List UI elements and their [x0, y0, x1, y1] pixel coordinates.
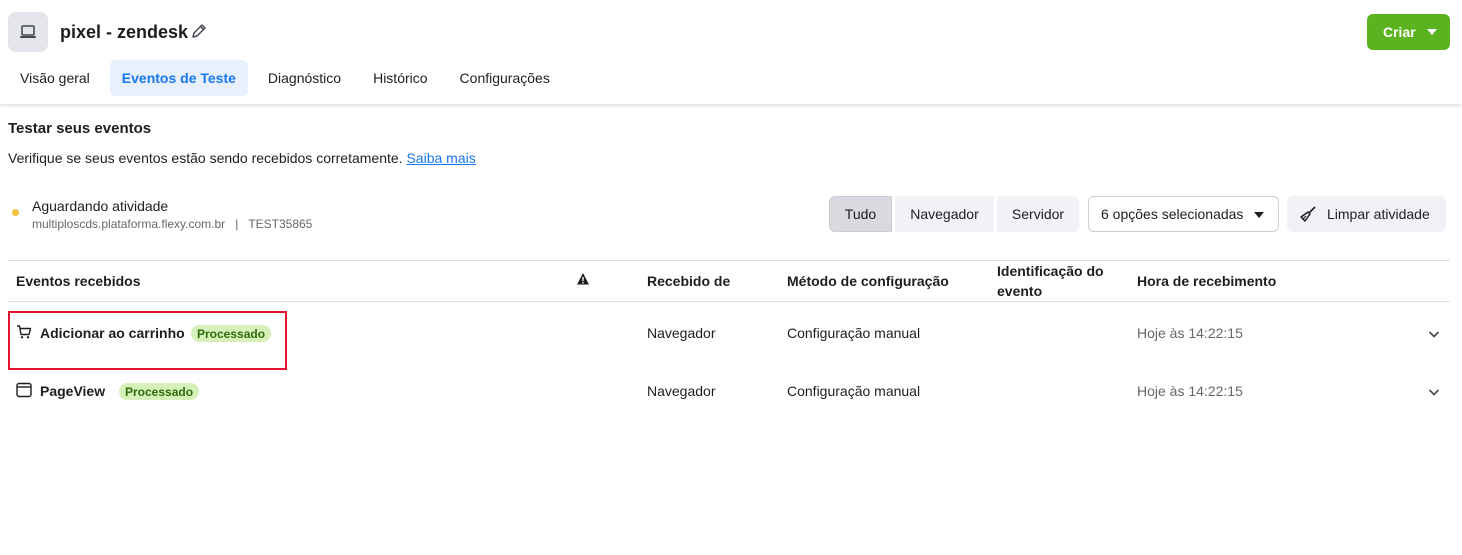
header-received-from: Recebido de: [647, 273, 731, 289]
page-title: pixel - zendesk: [60, 22, 189, 42]
section-title: Testar seus eventos: [8, 120, 152, 137]
caret-down-icon: [1254, 212, 1264, 218]
received-time-cell: Hoje às 14:22:15: [1137, 383, 1243, 399]
status-badge: Processado: [119, 383, 200, 400]
create-button-label: Criar: [1383, 24, 1416, 40]
status-details: multiploscds.plataforma.flexy.com.br | TES…: [32, 217, 312, 231]
status-test-code: TEST35865: [248, 217, 313, 231]
options-select[interactable]: 6 opções selecionadas: [1088, 196, 1279, 232]
filter-server-button[interactable]: Servidor: [997, 196, 1079, 232]
status-separator: |: [235, 217, 239, 231]
table-header-divider: [8, 301, 1450, 302]
header-config-method: Método de configuração: [787, 273, 949, 289]
chevron-down-icon[interactable]: [1427, 385, 1441, 399]
received-time-cell: Hoje às 14:22:15: [1137, 325, 1243, 341]
pencil-icon[interactable]: [190, 22, 208, 40]
header-event-id-line1: Identificação do: [997, 263, 1104, 279]
browser-window-icon: [16, 382, 34, 400]
learn-more-link[interactable]: Saiba mais: [406, 150, 475, 166]
header-event-id-line2: evento: [997, 283, 1043, 299]
config-method-cell: Configuração manual: [787, 383, 921, 399]
tab-bar: Visão geral Eventos de Teste Diagnóstico…: [8, 60, 570, 96]
tab-test-events[interactable]: Eventos de Teste: [109, 60, 248, 96]
options-select-value: 6 opções selecionadas: [1101, 206, 1244, 222]
received-from-cell: Navegador: [647, 325, 716, 341]
tab-settings[interactable]: Configurações: [448, 60, 562, 96]
highlight-box: [8, 311, 287, 370]
tab-overview[interactable]: Visão geral: [8, 60, 102, 96]
broom-icon: [1300, 206, 1316, 222]
status-domain: multiploscds.plataforma.flexy.com.br: [32, 217, 226, 231]
received-from-cell: Navegador: [647, 383, 716, 399]
config-method-cell: Configuração manual: [787, 325, 921, 341]
laptop-icon: [8, 12, 48, 52]
chevron-down-icon[interactable]: [1427, 327, 1441, 341]
create-button[interactable]: Criar: [1367, 14, 1450, 50]
section-description: Verifique se seus eventos estão sendo re…: [8, 150, 476, 166]
caret-down-icon: [1427, 29, 1437, 35]
event-name: PageView: [40, 383, 106, 399]
clear-activity-label: Limpar atividade: [1327, 206, 1430, 222]
status-label: Aguardando atividade: [32, 198, 169, 214]
clear-activity-button[interactable]: Limpar atividade: [1287, 196, 1446, 232]
page-header: pixel - zendesk Criar Visão geral Evento…: [0, 0, 1462, 104]
tab-diagnostics[interactable]: Diagnóstico: [256, 60, 353, 96]
description-text: Verifique se seus eventos estão sendo re…: [8, 150, 403, 166]
filter-browser-button[interactable]: Navegador: [895, 196, 994, 232]
table-top-divider: [8, 260, 1450, 261]
filter-all-button[interactable]: Tudo: [829, 196, 892, 232]
tab-history[interactable]: Histórico: [361, 60, 439, 96]
header-events-received: Eventos recebidos: [16, 273, 141, 289]
warning-icon: [576, 272, 590, 286]
status-dot: [12, 209, 19, 216]
header-received-time: Hora de recebimento: [1137, 273, 1277, 289]
